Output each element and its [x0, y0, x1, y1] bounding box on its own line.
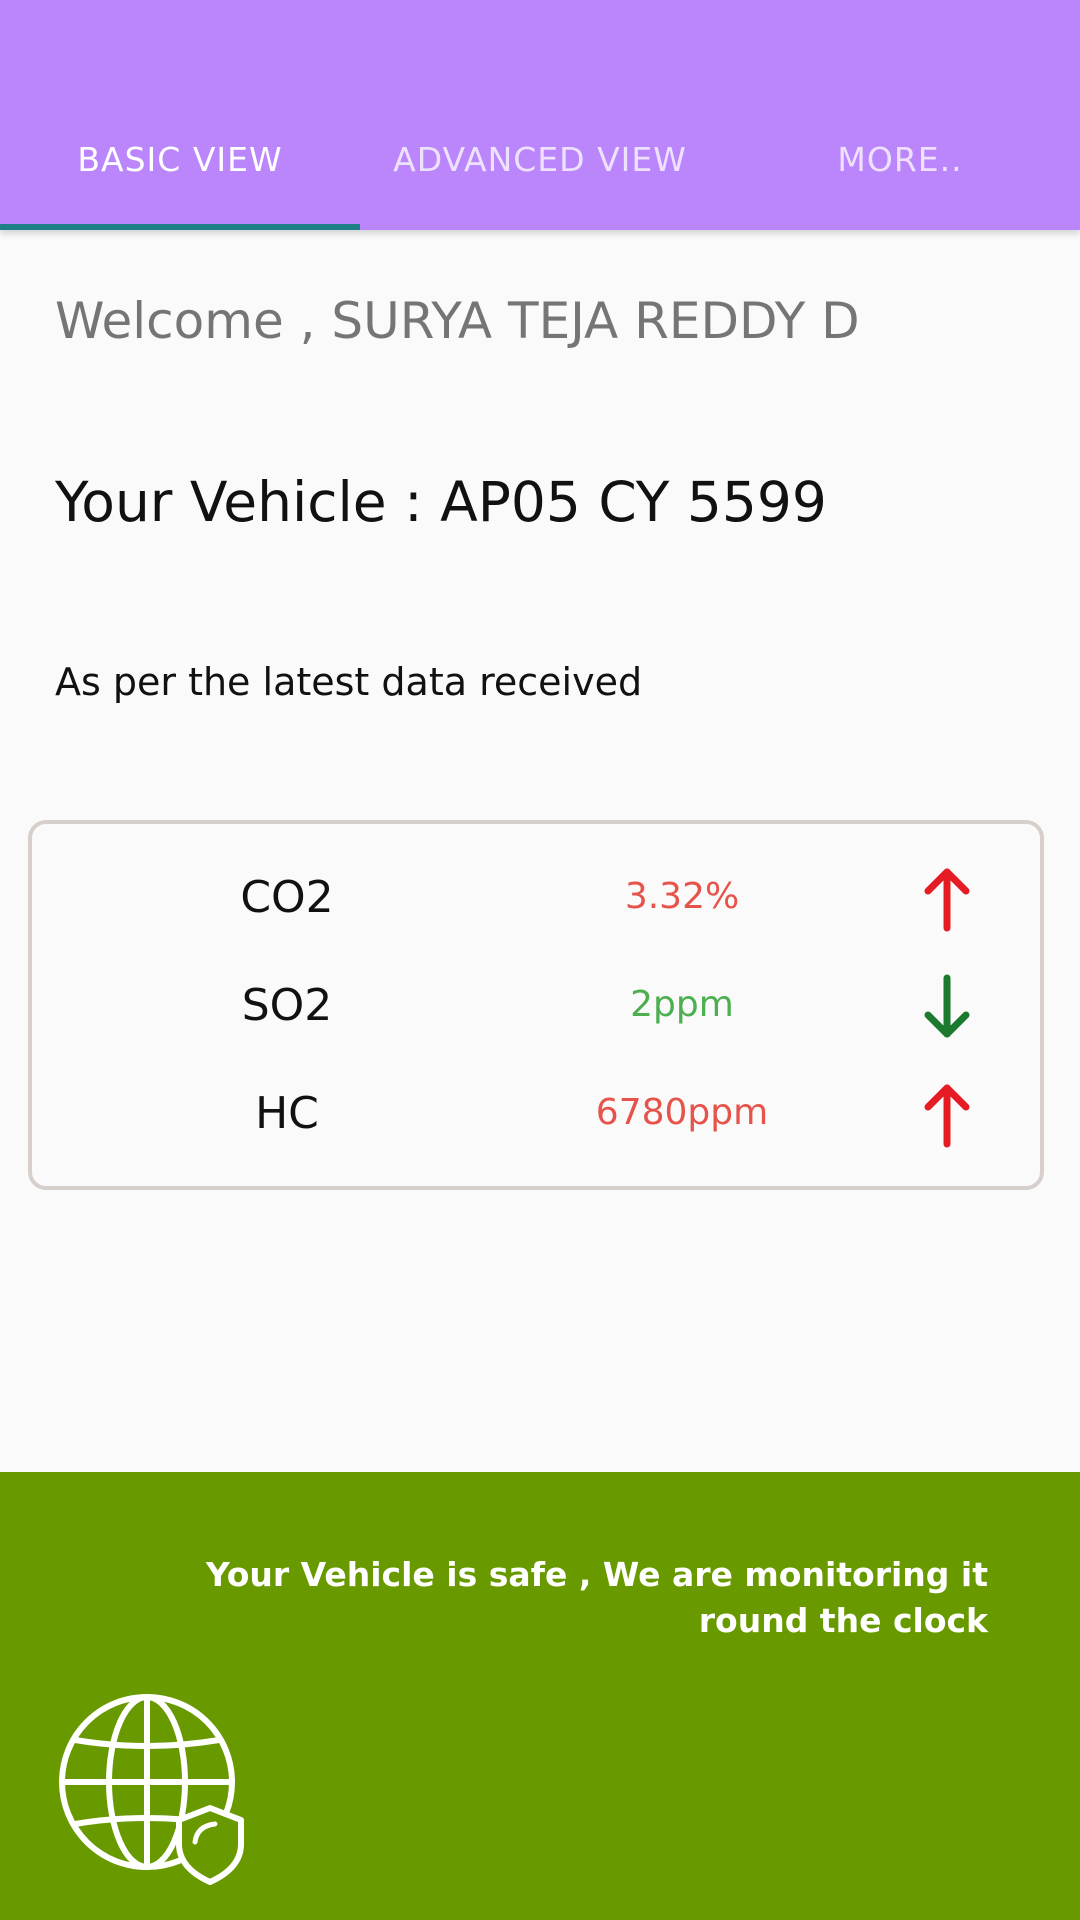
tab-more[interactable]: MORE.. [720, 120, 1080, 230]
welcome-text: Welcome , SURYA TEJA REDDY D [55, 292, 860, 350]
reading-value: 2ppm [630, 984, 734, 1025]
reading-row-co2: CO2 3.32% [32, 854, 1040, 954]
status-footer: Your Vehicle is safe , We are monitoring… [0, 1472, 1080, 1920]
arrow-down-icon [924, 974, 970, 1038]
safety-message: Your Vehicle is safe , We are monitoring… [205, 1555, 988, 1640]
arrow-up-icon [924, 868, 970, 932]
globe-shield-icon [59, 1694, 244, 1885]
tab-bar: BASIC VIEW ADVANCED VIEW MORE.. [0, 120, 1080, 230]
tab-indicator [0, 224, 360, 230]
data-note: As per the latest data received [55, 660, 643, 704]
emissions-card: CO2 3.32% SO2 2ppm HC 6780ppm [28, 820, 1044, 1190]
reading-name: CO2 [240, 872, 334, 923]
tab-label: BASIC VIEW [77, 140, 283, 179]
reading-value: 3.32% [624, 876, 740, 917]
tab-label: MORE.. [837, 140, 963, 179]
tab-label: ADVANCED VIEW [393, 140, 687, 179]
reading-name: HC [255, 1088, 319, 1139]
tab-basic-view[interactable]: BASIC VIEW [0, 120, 360, 230]
tab-advanced-view[interactable]: ADVANCED VIEW [360, 120, 720, 230]
reading-name: SO2 [241, 980, 333, 1031]
vehicle-number: Your Vehicle : AP05 CY 5599 [55, 470, 827, 534]
reading-value: 6780ppm [595, 1092, 769, 1133]
arrow-up-icon [924, 1084, 970, 1148]
reading-row-so2: SO2 2ppm [32, 962, 1040, 1062]
app-bar: BASIC VIEW ADVANCED VIEW MORE.. [0, 0, 1080, 230]
reading-row-hc: HC 6780ppm [32, 1070, 1040, 1170]
